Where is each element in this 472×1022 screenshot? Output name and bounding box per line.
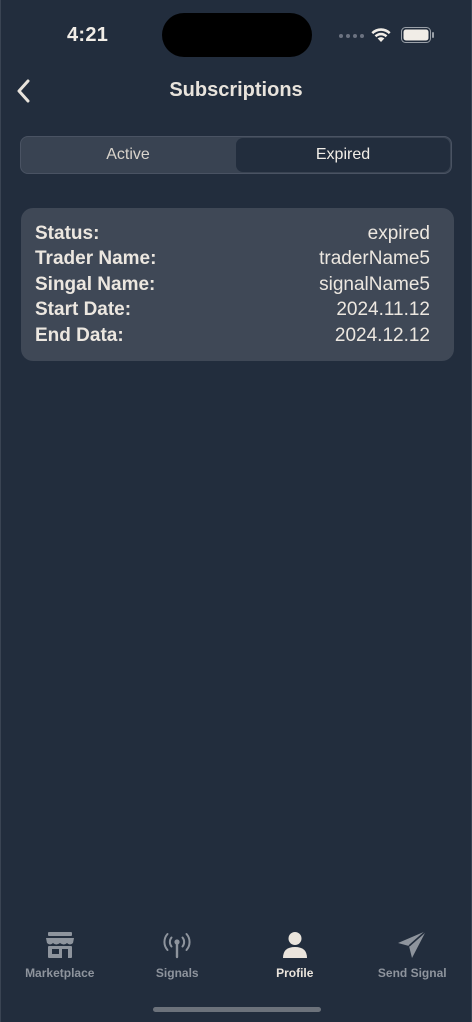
paper-plane-icon [396, 928, 428, 962]
tab-send-signal[interactable]: Send Signal [354, 922, 472, 992]
store-icon [44, 928, 76, 962]
battery-icon [401, 27, 434, 43]
signal-name-row: Singal Name: signalName5 [35, 272, 430, 298]
tab-marketplace[interactable]: Marketplace [1, 922, 119, 992]
trader-name-label: Trader Name: [35, 248, 157, 270]
wifi-icon [371, 28, 391, 42]
cellular-signal-icon [339, 34, 364, 38]
end-date-value: 2024.12.12 [334, 324, 430, 346]
tab-marketplace-label: Marketplace [25, 966, 95, 980]
page-title: Subscriptions [169, 79, 303, 101]
subscriptions-screen: 4:21 Subscriptions Active Expired Status… [0, 0, 472, 1022]
start-date-row: Start Date: 2024.11.12 [35, 298, 430, 324]
tab-expired[interactable]: Expired [236, 138, 450, 172]
tab-profile-label: Profile [276, 966, 314, 980]
dynamic-island [162, 13, 312, 57]
tab-signals-label: Signals [155, 966, 199, 980]
home-indicator[interactable] [153, 1007, 321, 1012]
subscription-card[interactable]: Status: expired Trader Name: traderName5… [21, 208, 454, 361]
trader-name-row: Trader Name: traderName5 [35, 247, 430, 273]
navigation-bar: Subscriptions [1, 70, 471, 112]
status-time: 4:21 [67, 24, 109, 46]
person-icon [279, 928, 311, 962]
status-bar: 4:21 [1, 0, 471, 70]
status-label: Status: [35, 222, 100, 244]
tab-send-signal-label: Send Signal [377, 966, 447, 980]
status-value: expired [367, 222, 430, 244]
signal-name-value: signalName5 [319, 273, 430, 295]
tab-signals[interactable]: Signals [119, 922, 237, 992]
tab-active[interactable]: Active [21, 137, 235, 173]
end-date-row: End Data: 2024.12.12 [35, 323, 430, 349]
status-row: Status: expired [35, 221, 430, 247]
start-date-value: 2024.11.12 [336, 299, 430, 321]
signal-name-label: Singal Name: [35, 273, 156, 295]
subscription-filter-segmented-control: Active Expired [20, 136, 452, 174]
start-date-label: Start Date: [35, 299, 132, 321]
tab-profile[interactable]: Profile [236, 922, 354, 992]
end-date-label: End Data: [35, 324, 124, 346]
tab-bar: Marketplace Signals Profile Send Signal [1, 922, 471, 992]
antenna-icon [161, 928, 193, 962]
trader-name-value: traderName5 [319, 248, 430, 270]
